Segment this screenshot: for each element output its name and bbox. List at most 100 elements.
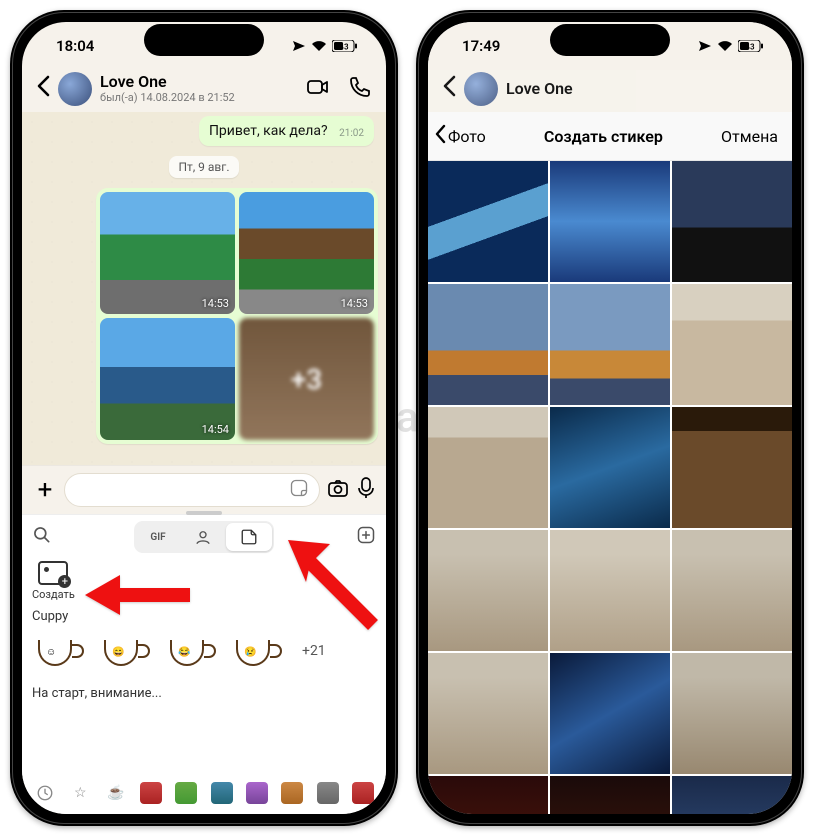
battery-icon: 43	[738, 40, 764, 52]
photo-cell[interactable]	[428, 407, 548, 528]
message-time: 21:02	[339, 128, 364, 139]
tray-pack-icon[interactable]	[175, 782, 197, 804]
seg-avatar[interactable]	[180, 523, 226, 551]
recent-icon[interactable]	[34, 782, 56, 804]
wifi-icon	[311, 40, 327, 52]
sticker-pack-name: На старт, внимание...	[32, 686, 376, 701]
notch	[550, 24, 670, 56]
sticker-item[interactable]: 😄	[98, 630, 150, 672]
contact-last-seen: был(-а) 14.08.2024 в 21:52	[100, 92, 298, 105]
tray-pack-icon[interactable]	[317, 782, 339, 804]
picker-title: Создать стикер	[544, 127, 663, 146]
chat-header: Love One был(-а) 14.08.2024 в 21:52	[22, 70, 386, 112]
date-separator: Пт, 9 авг.	[169, 156, 240, 178]
contact-info[interactable]: Love One был(-а) 14.08.2024 в 21:52	[100, 73, 298, 104]
photo-cell[interactable]	[672, 284, 792, 405]
album-thumb-more[interactable]: +3	[239, 318, 374, 440]
wifi-icon	[717, 40, 733, 52]
back-icon[interactable]	[442, 74, 456, 104]
picker-back-label: Фото	[448, 127, 486, 146]
svg-text:43: 43	[745, 43, 755, 52]
photo-cell[interactable]	[672, 407, 792, 528]
seg-sticker[interactable]	[226, 523, 272, 551]
tray-pack-icon[interactable]: ☕	[105, 782, 127, 804]
photo-cell[interactable]	[428, 776, 548, 814]
favorites-icon[interactable]: ☆	[69, 782, 91, 804]
status-time: 17:49	[462, 37, 500, 55]
battery-icon: 43	[332, 40, 358, 52]
image-plus-icon	[38, 561, 68, 585]
sticker-mini-icon[interactable]	[289, 478, 309, 502]
photo-album[interactable]: 14:53 14:53 14:54 +3	[96, 188, 378, 444]
chat-body[interactable]: Привет, как дела? 21:02 Пт, 9 авг. 14:53…	[22, 112, 386, 465]
photo-cell[interactable]	[550, 161, 670, 282]
photo-cell[interactable]	[672, 161, 792, 282]
avatar	[464, 72, 498, 106]
status-time: 18:04	[56, 37, 94, 55]
picker-back-button[interactable]: Фото	[434, 122, 486, 150]
back-icon[interactable]	[36, 74, 50, 104]
photo-cell[interactable]	[550, 407, 670, 528]
video-call-icon[interactable]	[306, 75, 330, 103]
tray-pack-icon[interactable]	[140, 782, 162, 804]
contact-name: Love One	[100, 73, 298, 91]
photo-cell[interactable]	[550, 776, 670, 814]
photo-cell[interactable]	[428, 653, 548, 774]
status-icons: 43	[292, 40, 358, 52]
seg-gif[interactable]: GIF	[136, 523, 179, 551]
voice-call-icon[interactable]	[348, 75, 372, 103]
create-sticker-button[interactable]: Создать	[32, 561, 75, 601]
message-out[interactable]: Привет, как дела? 21:02	[199, 116, 374, 146]
attach-icon[interactable]: +	[32, 475, 58, 505]
tray-pack-icon[interactable]	[281, 782, 303, 804]
message-input[interactable]	[64, 473, 320, 507]
chevron-left-icon	[434, 122, 446, 150]
photo-cell[interactable]	[428, 530, 548, 651]
annotation-arrow-icon	[278, 530, 388, 644]
airplane-icon	[698, 40, 712, 52]
thumb-time: 14:53	[341, 297, 368, 310]
sticker-more-count[interactable]: +21	[296, 643, 332, 659]
sticker-tray: ☆ ☕	[32, 778, 376, 808]
notch	[144, 24, 264, 56]
annotation-arrow-icon	[80, 570, 200, 624]
photo-cell[interactable]	[672, 776, 792, 814]
photo-cell[interactable]	[672, 530, 792, 651]
album-thumb[interactable]: 14:53	[100, 192, 235, 314]
picker-header: Фото Создать стикер Отмена	[428, 112, 792, 161]
tray-pack-icon[interactable]	[246, 782, 268, 804]
tray-pack-icon[interactable]	[352, 782, 374, 804]
create-label: Создать	[32, 588, 75, 601]
type-segment[interactable]: GIF	[134, 521, 273, 553]
camera-icon[interactable]	[326, 476, 350, 504]
photo-cell[interactable]	[550, 653, 670, 774]
photo-cell[interactable]	[550, 284, 670, 405]
avatar[interactable]	[58, 72, 92, 106]
photo-cell[interactable]	[672, 653, 792, 774]
sticker-item[interactable]: ☺	[32, 630, 84, 672]
picker-cancel-button[interactable]: Отмена	[721, 127, 778, 146]
photo-cell[interactable]	[428, 284, 548, 405]
thumb-more-count: +3	[239, 318, 374, 440]
phone-right: 17:49 43 Love One	[416, 10, 804, 826]
search-icon[interactable]	[32, 525, 60, 550]
thumb-time: 14:53	[202, 297, 229, 310]
drag-handle-icon[interactable]	[186, 511, 222, 515]
status-icons: 43	[698, 40, 764, 52]
photo-cell[interactable]	[550, 530, 670, 651]
photo-grid[interactable]	[428, 161, 792, 814]
photo-cell[interactable]	[428, 161, 548, 282]
sticker-item[interactable]: 😂	[164, 630, 216, 672]
phone-left: 18:04 43 Love One был(-а) 14.08.2024 в 2…	[10, 10, 398, 826]
tray-pack-icon[interactable]	[211, 782, 233, 804]
contact-name: Love One	[506, 80, 778, 98]
airplane-icon	[292, 40, 306, 52]
svg-text:43: 43	[339, 43, 349, 52]
album-thumb[interactable]: 14:53	[239, 192, 374, 314]
mic-icon[interactable]	[356, 476, 376, 504]
input-row: +	[22, 465, 386, 514]
album-thumb[interactable]: 14:54	[100, 318, 235, 440]
chat-header-under: Love One	[428, 70, 792, 112]
thumb-time: 14:54	[202, 423, 229, 436]
sticker-item[interactable]: 😢	[230, 630, 282, 672]
